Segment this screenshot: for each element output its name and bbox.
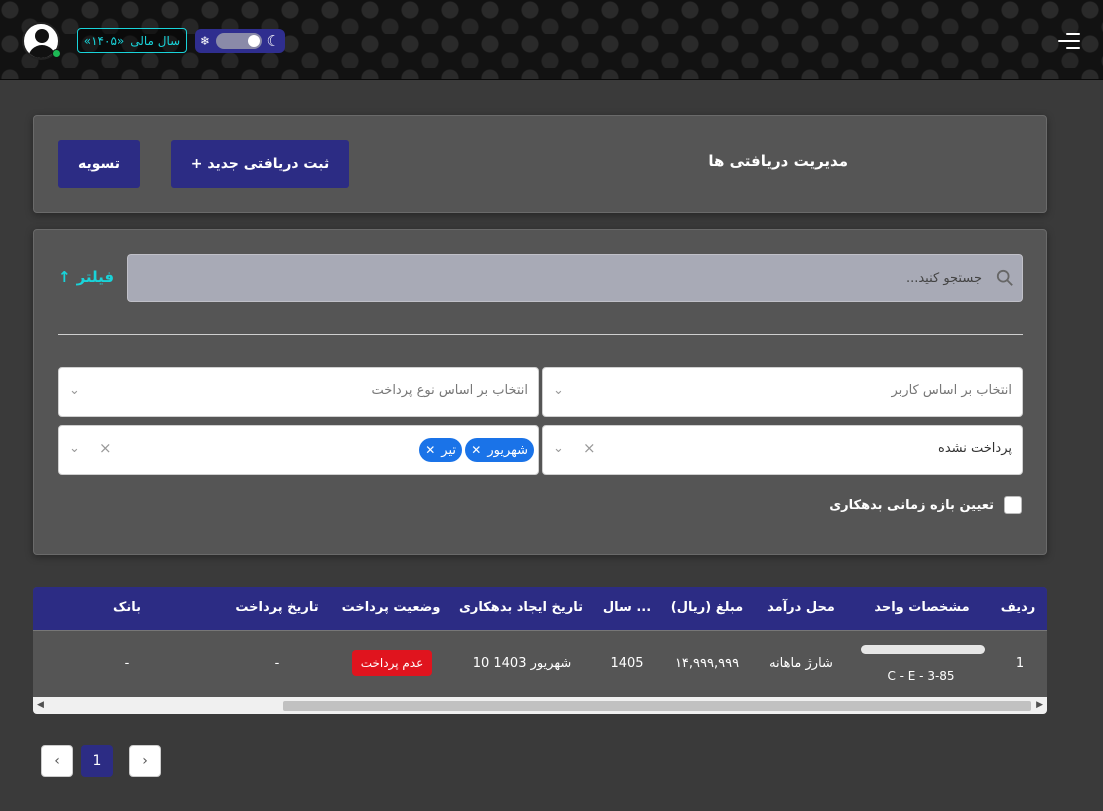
- year: 1405: [610, 656, 644, 671]
- settle-button[interactable]: تسویه: [58, 140, 140, 188]
- fiscal-year-value: «۱۴۰۵»: [83, 33, 125, 48]
- chevron-left-icon: ‹: [54, 753, 60, 769]
- chevron-right-icon: ›: [142, 753, 148, 769]
- pagination-prev-button[interactable]: ‹: [41, 745, 73, 777]
- page-header-card: مدیریت دریافتی ها + ثبت دریافتی جدید تسو…: [33, 115, 1047, 213]
- chevron-down-icon: ⌄: [553, 441, 564, 456]
- scroll-left-icon[interactable]: ◀: [37, 700, 44, 710]
- top-bar: سال مالی «۱۴۰۵» ❄ ☾: [0, 0, 1103, 80]
- month-chip-label: تیر: [441, 442, 456, 458]
- column-header[interactable]: بانک: [113, 600, 141, 615]
- arrow-up-icon: ↑: [58, 268, 71, 286]
- chevron-down-icon: ⌄: [69, 383, 80, 398]
- month-multiselect[interactable]: شهریور ✕ تیر ✕ × ⌄: [58, 425, 539, 475]
- debt-created-date: 10 شهریور 1403: [472, 656, 572, 671]
- chevron-down-icon: ⌄: [69, 441, 80, 456]
- column-header[interactable]: ردیف: [1001, 600, 1036, 615]
- payment-status-value: پرداخت نشده: [938, 441, 1012, 456]
- online-status-dot: [52, 49, 61, 58]
- search-icon: [996, 269, 1013, 286]
- chevron-down-icon: ⌄: [553, 383, 564, 398]
- hamburger-menu-icon[interactable]: [1058, 33, 1080, 49]
- column-header[interactable]: محل درآمد: [767, 600, 835, 615]
- page-title: مدیریت دریافتی ها: [708, 152, 848, 170]
- pagination-next-button[interactable]: ›: [129, 745, 161, 777]
- scroll-right-icon[interactable]: ▶: [1036, 700, 1043, 710]
- table-row[interactable]: 1 C - E - 3-85 شارژ ماهانه ۱۴,۹۹۹,۹۹۹ 14…: [33, 630, 1047, 696]
- chip-remove-icon[interactable]: ✕: [425, 443, 435, 457]
- row-number: 1: [1015, 656, 1025, 671]
- filter-card: ↑ فیلتر انتخاب بر اساس کاربر ⌄ انتخاب بر…: [33, 229, 1047, 555]
- month-chip[interactable]: تیر ✕: [419, 438, 462, 462]
- payment-status-badge: عدم پرداخت: [352, 650, 432, 676]
- clear-icon[interactable]: ×: [583, 439, 596, 457]
- fiscal-year-label: سال مالی: [130, 33, 181, 48]
- amount: ۱۴,۹۹۹,۹۹۹: [674, 656, 740, 671]
- redacted-unit-name: [861, 645, 985, 654]
- filter-toggle-label: فیلتر: [76, 268, 115, 286]
- theme-toggle[interactable]: ❄ ☾: [195, 29, 285, 53]
- theme-toggle-knob: [247, 35, 260, 47]
- scrollbar-thumb[interactable]: [283, 701, 1031, 711]
- search-input[interactable]: [162, 255, 982, 301]
- user-select-placeholder: انتخاب بر اساس کاربر: [891, 383, 1013, 398]
- debt-range-label: تعیین بازه زمانی بدهکاری: [829, 497, 994, 513]
- table-header: ردیف مشخصات واحد محل درآمد مبلغ (ریال) س…: [33, 587, 1047, 630]
- payment-status-select[interactable]: پرداخت نشده × ⌄: [542, 425, 1023, 475]
- payment-type-placeholder: انتخاب بر اساس نوع پرداخت: [371, 383, 528, 398]
- payment-type-select[interactable]: انتخاب بر اساس نوع پرداخت ⌄: [58, 367, 539, 417]
- column-header[interactable]: تاریخ پرداخت: [235, 600, 318, 615]
- add-receipt-button[interactable]: + ثبت دریافتی جدید: [171, 140, 349, 188]
- column-header[interactable]: وضعیت پرداخت: [342, 600, 441, 615]
- column-header[interactable]: سال ...: [603, 600, 651, 615]
- receipts-table: ردیف مشخصات واحد محل درآمد مبلغ (ریال) س…: [33, 587, 1047, 714]
- debt-range-option[interactable]: تعیین بازه زمانی بدهکاری: [829, 496, 1022, 514]
- chip-remove-icon[interactable]: ✕: [471, 443, 481, 457]
- pagination-page-button[interactable]: 1: [81, 745, 113, 777]
- month-chip-label: شهریور: [487, 442, 528, 458]
- debt-range-checkbox[interactable]: [1004, 496, 1022, 514]
- search-box[interactable]: [127, 254, 1023, 302]
- column-header[interactable]: مبلغ (ریال): [671, 600, 743, 615]
- clear-icon[interactable]: ×: [99, 439, 112, 457]
- column-header[interactable]: مشخصات واحد: [874, 600, 969, 615]
- moon-icon: ☾: [266, 32, 280, 50]
- unit-code: C - E - 3-85: [887, 669, 955, 683]
- horizontal-scrollbar[interactable]: ◀ ▶: [33, 697, 1047, 714]
- bank: -: [124, 656, 130, 671]
- snowflake-icon: ❄: [200, 34, 211, 48]
- filter-toggle[interactable]: ↑ فیلتر: [58, 268, 114, 286]
- theme-toggle-track[interactable]: [215, 33, 262, 49]
- payment-date: -: [274, 656, 280, 671]
- month-chip[interactable]: شهریور ✕: [465, 438, 534, 462]
- user-select[interactable]: انتخاب بر اساس کاربر ⌄: [542, 367, 1023, 417]
- income-source: شارژ ماهانه: [769, 656, 833, 671]
- fiscal-year-badge[interactable]: سال مالی «۱۴۰۵»: [77, 28, 187, 53]
- column-header[interactable]: تاریخ ایجاد بدهکاری: [459, 600, 583, 615]
- filter-divider: [58, 334, 1023, 335]
